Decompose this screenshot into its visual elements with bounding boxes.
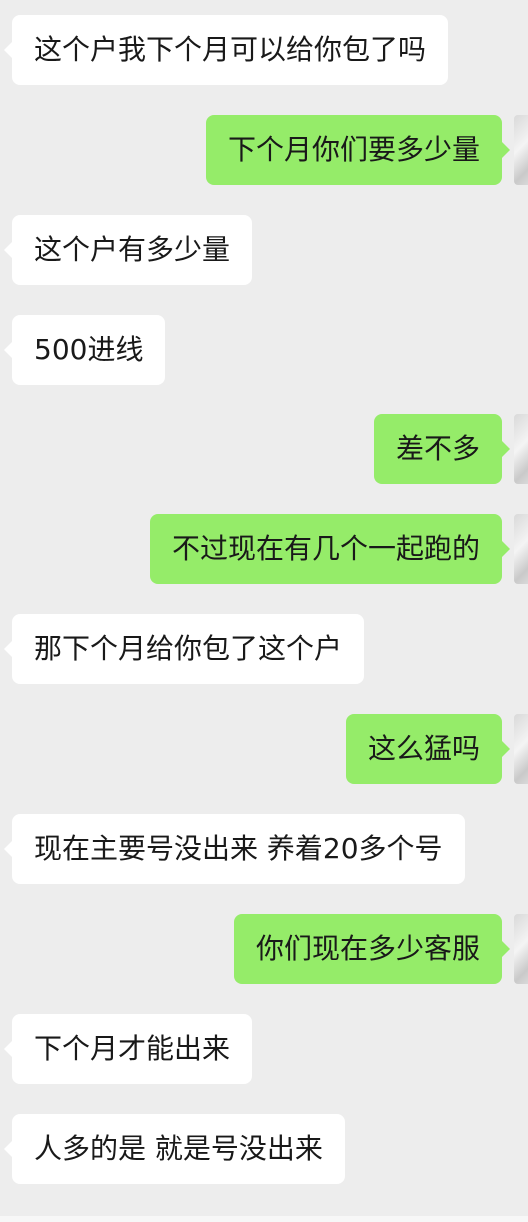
- message-row-incoming: 下个月才能出来: [0, 1014, 528, 1084]
- message-row-outgoing: 你们现在多少客服: [0, 914, 528, 984]
- incoming-message-bubble[interactable]: 那下个月给你包了这个户: [3, 614, 365, 684]
- incoming-message-bubble[interactable]: 下个月才能出来: [3, 1014, 253, 1084]
- message-row-incoming: 这个户我下个月可以给你包了吗: [0, 15, 528, 85]
- message-row-outgoing: 这么猛吗: [0, 714, 528, 784]
- own-avatar[interactable]: [514, 115, 528, 185]
- incoming-message-bubble[interactable]: 这个户我下个月可以给你包了吗: [3, 15, 449, 85]
- message-row-incoming: 现在主要号没出来 养着20多个号: [0, 814, 528, 884]
- outgoing-message-bubble[interactable]: 不过现在有几个一起跑的: [149, 514, 511, 584]
- message-row-incoming: 那下个月给你包了这个户: [0, 614, 528, 684]
- own-avatar[interactable]: [514, 714, 528, 784]
- outgoing-message-bubble[interactable]: 你们现在多少客服: [233, 914, 511, 984]
- message-row-outgoing: 下个月你们要多少量: [0, 115, 528, 185]
- message-row-incoming: 人多的是 就是号没出来: [0, 1114, 528, 1184]
- message-row-outgoing: 不过现在有几个一起跑的: [0, 514, 528, 584]
- own-avatar[interactable]: [514, 514, 528, 584]
- own-avatar[interactable]: [514, 914, 528, 984]
- message-row-incoming: 这个户有多少量: [0, 215, 528, 285]
- incoming-message-bubble[interactable]: 这个户有多少量: [3, 215, 253, 285]
- outgoing-message-bubble[interactable]: 差不多: [373, 414, 511, 484]
- input-bar-edge: [0, 1216, 528, 1222]
- incoming-message-bubble[interactable]: 500进线: [3, 315, 166, 385]
- message-row-incoming: 500进线: [0, 315, 528, 385]
- own-avatar[interactable]: [514, 414, 528, 484]
- outgoing-message-bubble[interactable]: 下个月你们要多少量: [205, 115, 511, 185]
- message-row-outgoing: 差不多: [0, 414, 528, 484]
- chat-area: 这个户我下个月可以给你包了吗 下个月你们要多少量 这个户有多少量 500进线 差…: [0, 0, 528, 1222]
- outgoing-message-bubble[interactable]: 这么猛吗: [345, 714, 511, 784]
- incoming-message-bubble[interactable]: 人多的是 就是号没出来: [4, 1114, 345, 1184]
- incoming-message-bubble[interactable]: 现在主要号没出来 养着20多个号: [4, 814, 465, 884]
